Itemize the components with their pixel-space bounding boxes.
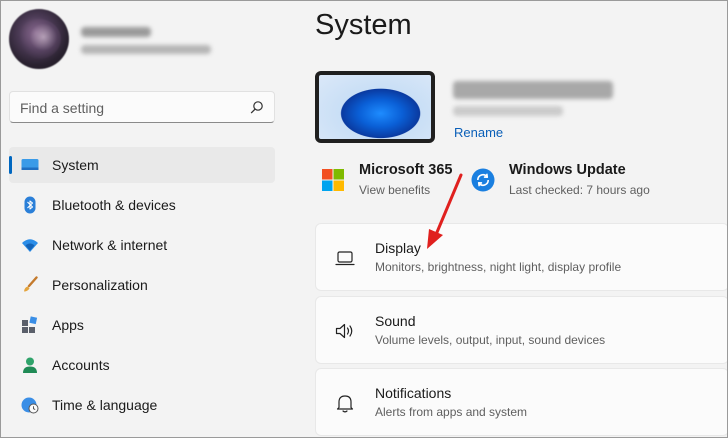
microsoft-365-card[interactable]: Microsoft 365 View benefits — [321, 161, 471, 203]
microsoft-logo-icon — [322, 169, 344, 191]
device-name-redacted — [453, 81, 613, 99]
speaker-icon — [335, 323, 353, 339]
quick-card-title: Microsoft 365 — [359, 162, 453, 178]
search-box[interactable] — [9, 91, 275, 123]
main-content: System Rename Microsoft 365 View benefit… — [301, 1, 727, 437]
setting-sound[interactable]: Sound Volume levels, output, input, soun… — [315, 296, 727, 364]
sync-icon — [471, 168, 495, 192]
person-icon — [23, 357, 37, 373]
quick-card-subtitle: View benefits — [359, 183, 431, 197]
page-title: System — [315, 9, 412, 41]
sidebar-item-accounts[interactable]: Accounts — [9, 347, 275, 383]
sidebar-item-apps[interactable]: Apps — [9, 307, 275, 343]
laptop-icon — [335, 251, 355, 266]
sidebar-item-label: Network & internet — [52, 237, 168, 253]
bluetooth-icon — [24, 196, 36, 214]
sidebar-item-label: Accounts — [52, 357, 110, 373]
setting-title: Sound — [375, 313, 416, 329]
profile-name-redacted — [81, 27, 151, 37]
wifi-icon — [22, 239, 38, 252]
setting-title: Notifications — [375, 385, 452, 401]
setting-subtitle: Alerts from apps and system — [375, 405, 528, 419]
device-image — [315, 71, 435, 143]
sidebar-item-label: Apps — [52, 317, 84, 333]
device-model-redacted — [453, 106, 563, 116]
setting-title: Display — [375, 240, 421, 256]
search-input[interactable] — [20, 98, 240, 118]
settings-window: System Bluetooth & devices Network & int… — [0, 0, 728, 438]
sidebar-item-network-internet[interactable]: Network & internet — [9, 227, 275, 263]
setting-subtitle: Volume levels, output, input, sound devi… — [375, 333, 606, 347]
profile-email-redacted — [81, 45, 211, 54]
sidebar-item-bluetooth-devices[interactable]: Bluetooth & devices — [9, 187, 275, 223]
user-profile[interactable] — [9, 9, 299, 69]
active-indicator — [9, 156, 12, 174]
sidebar-item-label: Bluetooth & devices — [52, 197, 176, 213]
sidebar-item-label: Personalization — [52, 277, 148, 293]
sidebar-item-label: System — [52, 157, 99, 173]
sidebar-item-system[interactable]: System — [9, 147, 275, 183]
monitor-icon — [21, 159, 39, 170]
setting-subtitle: Monitors, brightness, night light, displ… — [375, 260, 622, 274]
sidebar: System Bluetooth & devices Network & int… — [1, 1, 301, 437]
apps-icon — [22, 316, 38, 333]
brush-icon — [24, 276, 38, 292]
setting-display[interactable]: Display Monitors, brightness, night ligh… — [315, 223, 727, 291]
windows-update-card[interactable]: Windows Update Last checked: 7 hours ago — [471, 161, 721, 203]
quick-card-title: Windows Update — [509, 162, 626, 178]
globe-clock-icon — [21, 397, 39, 414]
bell-icon — [336, 395, 354, 413]
sidebar-item-time-language[interactable]: Time & language — [9, 387, 275, 423]
setting-notifications[interactable]: Notifications Alerts from apps and syste… — [315, 368, 727, 436]
sidebar-item-label: Time & language — [52, 397, 158, 413]
rename-link[interactable]: Rename — [454, 125, 503, 140]
search-icon[interactable] — [250, 100, 264, 114]
avatar[interactable] — [9, 9, 69, 69]
quick-card-subtitle: Last checked: 7 hours ago — [509, 183, 650, 197]
wallpaper-thumbnail — [319, 75, 431, 139]
sidebar-item-personalization[interactable]: Personalization — [9, 267, 275, 303]
